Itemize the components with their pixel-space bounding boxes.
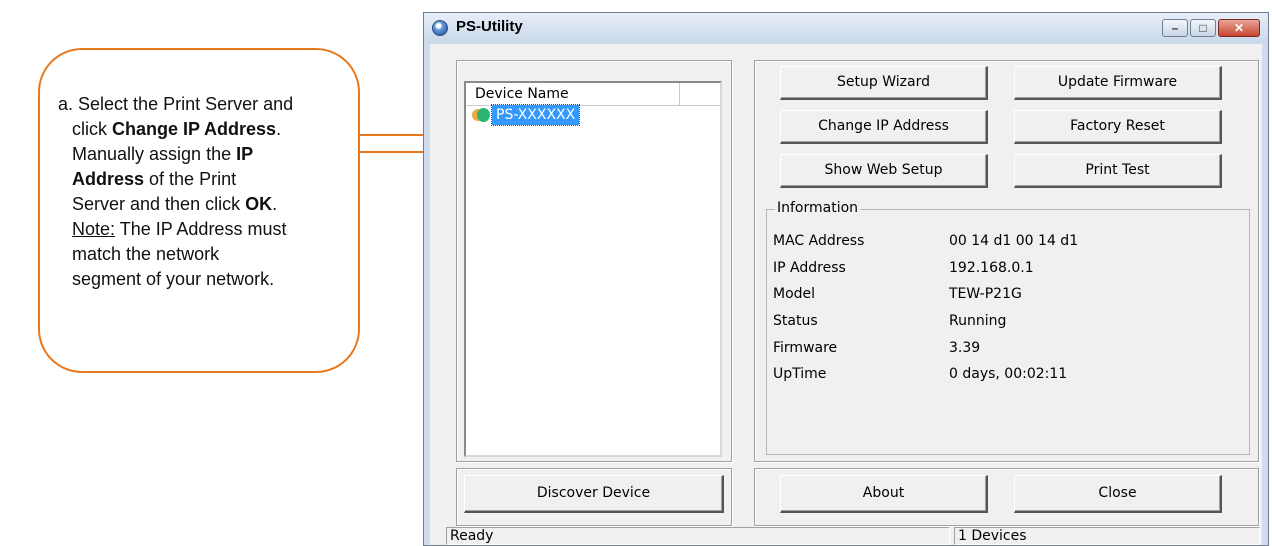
status-text: Ready bbox=[446, 527, 950, 545]
callout-line-8: segment of your network. bbox=[72, 269, 275, 289]
discover-device-button[interactable]: Discover Device bbox=[464, 475, 724, 513]
device-list[interactable]: Device Name PS-XXXXXX bbox=[464, 81, 722, 457]
ps-utility-window: PS-Utility – □ ✕ Device Name PS-XXXXXX S… bbox=[423, 12, 1269, 546]
callout-line-2: click Change IP Address. bbox=[72, 119, 282, 139]
callout-line-6: Note: The IP Address must bbox=[72, 219, 287, 239]
setup-wizard-button[interactable]: Setup Wizard bbox=[780, 66, 988, 100]
info-value-firmware: 3.39 bbox=[949, 340, 981, 356]
info-value-uptime: 0 days, 00:02:11 bbox=[949, 366, 1068, 382]
info-label-status: Status bbox=[773, 313, 818, 329]
callout-line-1: a. Select the Print Server and bbox=[58, 94, 294, 114]
close-icon: ✕ bbox=[1233, 21, 1245, 35]
maximize-icon: □ bbox=[1199, 21, 1207, 35]
callout-line-3: Manually assign the IP bbox=[72, 144, 254, 164]
info-label-model: Model bbox=[773, 286, 816, 302]
callout-line-7: match the network bbox=[72, 244, 220, 264]
close-window-button[interactable]: ✕ bbox=[1218, 19, 1260, 37]
device-list-header: Device Name bbox=[466, 83, 720, 106]
print-server-device-icon bbox=[472, 107, 490, 123]
info-label-ip: IP Address bbox=[773, 260, 846, 276]
update-firmware-button[interactable]: Update Firmware bbox=[1014, 66, 1222, 100]
show-web-setup-button[interactable]: Show Web Setup bbox=[780, 154, 988, 188]
information-legend: Information bbox=[775, 200, 861, 216]
info-label-uptime: UpTime bbox=[773, 366, 827, 382]
column-header-device-name[interactable]: Device Name bbox=[466, 83, 680, 105]
window-client-area: Device Name PS-XXXXXX Setup Wizard Updat… bbox=[430, 44, 1262, 545]
info-value-status: Running bbox=[949, 313, 1007, 329]
about-button[interactable]: About bbox=[780, 475, 988, 513]
factory-reset-button[interactable]: Factory Reset bbox=[1014, 110, 1222, 144]
status-bar: Ready 1 Devices bbox=[430, 525, 1262, 545]
title-bar[interactable]: PS-Utility – □ ✕ bbox=[424, 13, 1268, 43]
device-name[interactable]: PS-XXXXXX bbox=[490, 104, 581, 126]
instruction-callout-text: a. Select the Print Server and click Cha… bbox=[58, 92, 348, 292]
info-label-firmware: Firmware bbox=[773, 340, 838, 356]
print-test-button[interactable]: Print Test bbox=[1014, 154, 1222, 188]
close-button[interactable]: Close bbox=[1014, 475, 1222, 513]
device-count: 1 Devices bbox=[954, 527, 1260, 545]
callout-line-5: Server and then click OK. bbox=[72, 194, 278, 214]
change-ip-address-button[interactable]: Change IP Address bbox=[780, 110, 988, 144]
maximize-button[interactable]: □ bbox=[1190, 19, 1216, 37]
minimize-button[interactable]: – bbox=[1162, 19, 1188, 37]
info-value-model: TEW-P21G bbox=[949, 286, 1022, 302]
info-label-mac: MAC Address bbox=[773, 233, 865, 249]
info-value-mac: 00 14 d1 00 14 d1 bbox=[949, 233, 1079, 249]
minimize-icon: – bbox=[1171, 21, 1179, 35]
window-title: PS-Utility bbox=[456, 18, 523, 35]
callout-line-4: Address of the Print bbox=[72, 169, 237, 189]
window-controls: – □ ✕ bbox=[1162, 19, 1260, 37]
info-value-ip: 192.168.0.1 bbox=[949, 260, 1034, 276]
ps-utility-globe-icon bbox=[432, 20, 448, 36]
